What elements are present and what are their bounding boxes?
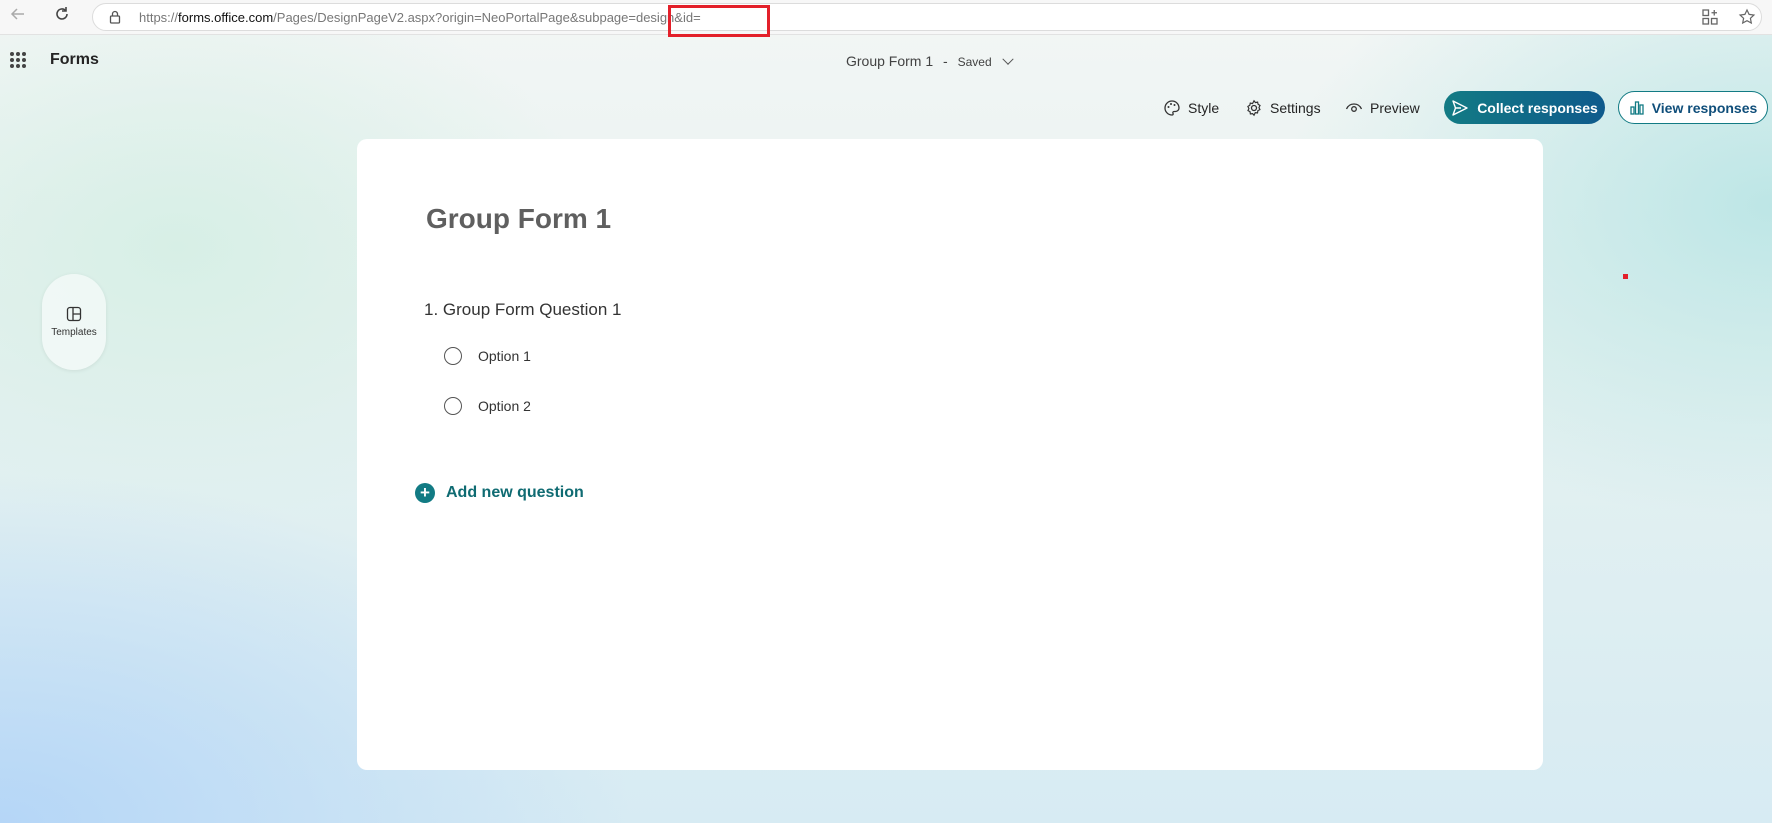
collect-responses-label: Collect responses xyxy=(1477,99,1598,116)
address-bar[interactable]: https://forms.office.com/Pages/DesignPag… xyxy=(92,3,1762,31)
app-name: Forms xyxy=(50,51,99,68)
templates-label: Templates xyxy=(51,327,97,338)
settings-label: Settings xyxy=(1270,100,1321,116)
templates-icon xyxy=(66,306,82,322)
app-launcher-icon[interactable] xyxy=(10,52,26,68)
form-card: Group Form 1 1. Group Form Question 1 Op… xyxy=(357,139,1543,770)
form-title[interactable]: Group Form 1 xyxy=(426,203,611,235)
option-label: Option 2 xyxy=(478,398,531,414)
back-arrow-icon[interactable] xyxy=(6,5,30,29)
apps-add-icon[interactable] xyxy=(1701,8,1719,26)
settings-button[interactable]: Settings xyxy=(1245,96,1321,120)
gear-icon xyxy=(1247,99,1261,117)
cursor-marker xyxy=(1623,274,1628,279)
choice-option[interactable]: Option 2 xyxy=(444,394,531,418)
url-text: https://forms.office.com/Pages/DesignPag… xyxy=(139,10,701,25)
preview-label: Preview xyxy=(1370,100,1420,116)
plus-circle-icon: + xyxy=(415,483,435,503)
save-status: Saved xyxy=(957,55,992,69)
url-scheme: https:// xyxy=(139,10,179,25)
bar-chart-icon xyxy=(1630,100,1644,115)
palette-icon xyxy=(1164,100,1180,116)
add-new-question-button[interactable]: + Add new question xyxy=(415,483,584,503)
add-question-label: Add new question xyxy=(446,484,584,501)
document-title-menu[interactable]: Group Form 1 - Saved xyxy=(846,53,1014,69)
refresh-icon[interactable] xyxy=(50,5,74,29)
send-icon xyxy=(1452,99,1468,116)
style-button[interactable]: Style xyxy=(1163,96,1219,120)
chevron-down-icon xyxy=(1001,53,1014,65)
view-responses-label: View responses xyxy=(1651,99,1758,116)
radio-button[interactable] xyxy=(444,347,462,365)
question-title[interactable]: 1. Group Form Question 1 xyxy=(424,300,621,320)
eye-icon xyxy=(1345,103,1363,112)
url-highlight-box xyxy=(668,5,770,37)
title-separator: - xyxy=(943,53,948,69)
preview-button[interactable]: Preview xyxy=(1345,96,1420,120)
document-title: Group Form 1 xyxy=(846,53,934,69)
favorite-star-icon[interactable] xyxy=(1738,8,1756,26)
style-label: Style xyxy=(1188,100,1220,116)
collect-responses-button[interactable]: Collect responses xyxy=(1444,91,1605,124)
browser-toolbar: https://forms.office.com/Pages/DesignPag… xyxy=(0,0,1772,35)
radio-button[interactable] xyxy=(444,397,462,415)
url-host: forms.office.com xyxy=(178,10,274,25)
url-path: /Pages/DesignPageV2.aspx?origin=NeoPorta… xyxy=(273,10,701,25)
option-label: Option 1 xyxy=(478,348,531,364)
view-responses-button[interactable]: View responses xyxy=(1618,91,1768,124)
choice-option[interactable]: Option 1 xyxy=(444,344,531,368)
app-header: Forms Group Form 1 - Saved xyxy=(0,35,1772,87)
templates-button[interactable]: Templates xyxy=(42,274,106,370)
lock-icon[interactable] xyxy=(107,9,123,25)
